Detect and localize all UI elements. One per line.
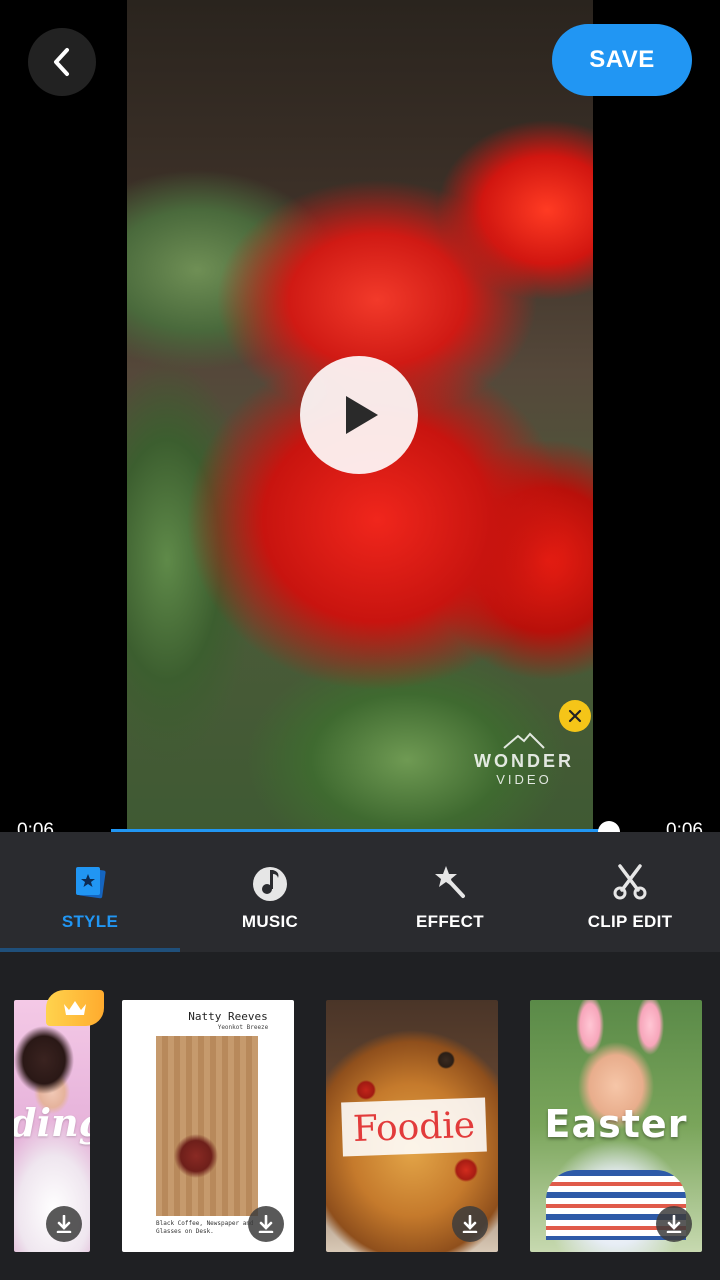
tab-style-label: STYLE — [61, 912, 119, 931]
style-card-foodie-text: Foodie — [352, 1104, 476, 1150]
style-card-natty-photo — [156, 1036, 258, 1216]
tab-clip-edit-label: CLIP EDIT — [587, 912, 673, 931]
premium-badge — [46, 990, 104, 1026]
style-card-natty-title: Natty Reeves — [188, 1010, 268, 1023]
play-button[interactable] — [300, 356, 418, 474]
style-card-wedding[interactable]: ding — [14, 1000, 90, 1252]
close-icon — [568, 709, 582, 723]
chevron-left-icon — [54, 48, 69, 76]
play-icon — [346, 396, 378, 434]
video-preview: SAVE WONDER VIDEO — [0, 0, 720, 830]
scissors-icon — [610, 862, 650, 902]
tab-music[interactable]: MUSIC — [180, 832, 360, 952]
style-card-easter-text: Easter — [544, 1102, 688, 1146]
editor-tabs: STYLE MUSIC EFFECT CLIP EDIT — [0, 832, 720, 952]
download-icon — [258, 1215, 274, 1233]
save-button[interactable]: SAVE — [552, 24, 692, 96]
download-icon — [666, 1215, 682, 1233]
tab-effect[interactable]: EFFECT — [360, 832, 540, 952]
tab-style[interactable]: STYLE — [0, 832, 180, 952]
download-icon — [462, 1215, 478, 1233]
back-button[interactable] — [28, 28, 96, 96]
magic-wand-icon — [430, 862, 470, 902]
music-note-icon — [250, 862, 290, 902]
watermark-subtitle: VIDEO — [496, 772, 552, 787]
download-button[interactable] — [452, 1206, 488, 1242]
download-button[interactable] — [46, 1206, 82, 1242]
tab-music-label: MUSIC — [241, 912, 299, 931]
style-card-foodie-banner: Foodie — [341, 1097, 487, 1157]
download-button[interactable] — [248, 1206, 284, 1242]
style-card-natty-subtitle: Yeonkot Breeze — [217, 1024, 269, 1031]
watermark: WONDER VIDEO — [468, 730, 580, 820]
mountain-logo-icon — [503, 732, 545, 749]
style-list: ding Natty Reeves Yeonkot Breeze Black C… — [0, 952, 720, 1280]
download-button[interactable] — [656, 1206, 692, 1242]
download-icon — [56, 1215, 72, 1233]
tab-effect-label: EFFECT — [416, 912, 484, 931]
style-card-natty[interactable]: Natty Reeves Yeonkot Breeze Black Coffee… — [122, 1000, 294, 1252]
remove-watermark-button[interactable] — [559, 700, 591, 732]
crown-icon — [64, 1001, 86, 1015]
style-card-easter[interactable]: Easter — [530, 1000, 702, 1252]
tab-clip-edit[interactable]: CLIP EDIT — [540, 832, 720, 952]
style-icon — [70, 862, 110, 902]
style-card-wedding-text: ding — [14, 1100, 90, 1145]
style-card-foodie[interactable]: Foodie — [326, 1000, 498, 1252]
watermark-title: WONDER — [474, 751, 574, 771]
